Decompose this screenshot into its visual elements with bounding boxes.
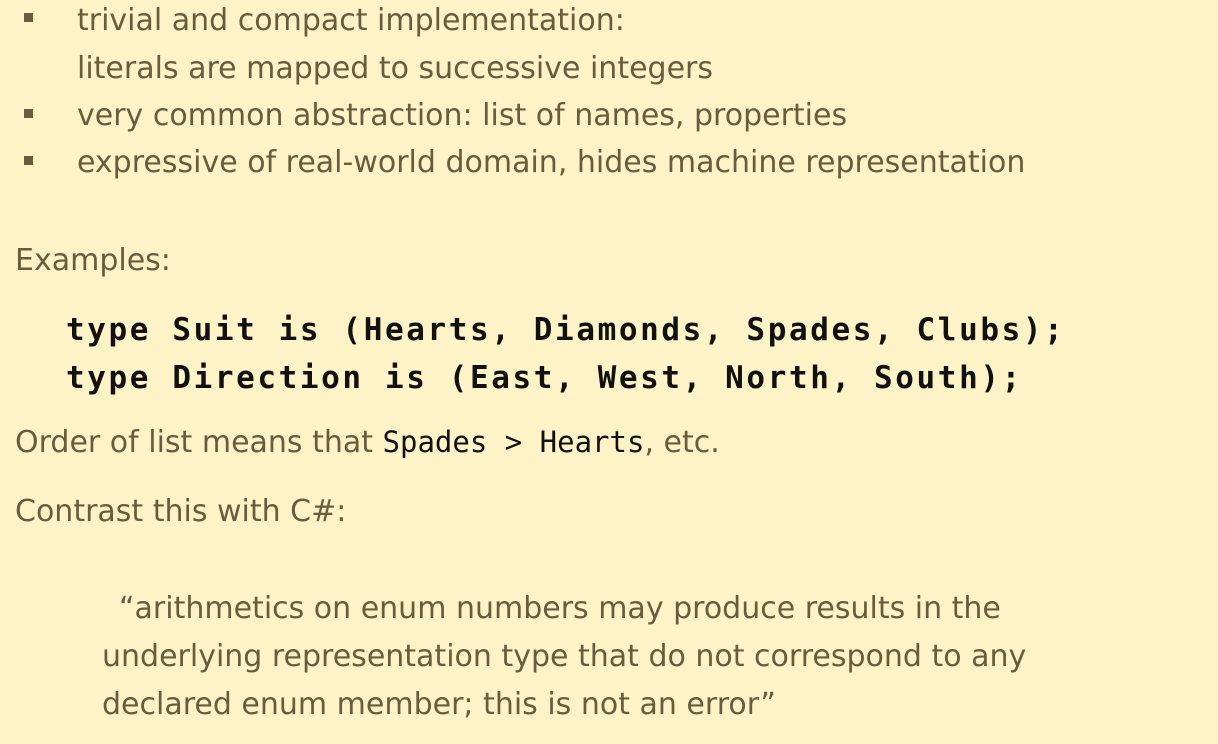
contrast-label: Contrast this with C#:	[15, 494, 347, 529]
bullet-1-line-1: trivial and compact implementation:	[77, 3, 625, 38]
bullet-1-line-2: literals are mapped to successive intege…	[77, 51, 714, 86]
quote-line-3: declared enum member; this is not an err…	[102, 687, 776, 722]
bullet-marker	[24, 156, 33, 165]
quote-line-1: “arithmetics on enum numbers may produce…	[119, 591, 1001, 626]
bullet-3-line-1: expressive of real-world domain, hides m…	[77, 145, 1026, 180]
bullet-2-line-1: very common abstraction: list of names, …	[77, 98, 848, 133]
code-line-suit: type Suit is (Hearts, Diamonds, Spades, …	[66, 312, 1066, 348]
order-sentence-prefix: Order of list means that	[15, 425, 383, 460]
order-sentence-suffix: , etc.	[644, 425, 720, 460]
order-sentence-code: Spades > Hearts	[382, 425, 645, 459]
examples-label: Examples:	[15, 243, 171, 278]
bullet-marker	[24, 109, 33, 118]
quote-line-2: underlying representation type that do n…	[102, 639, 1027, 674]
bullet-marker	[24, 13, 33, 22]
order-sentence: Order of list means that Spades > Hearts…	[15, 428, 720, 458]
code-line-direction: type Direction is (East, West, North, So…	[66, 360, 1023, 396]
